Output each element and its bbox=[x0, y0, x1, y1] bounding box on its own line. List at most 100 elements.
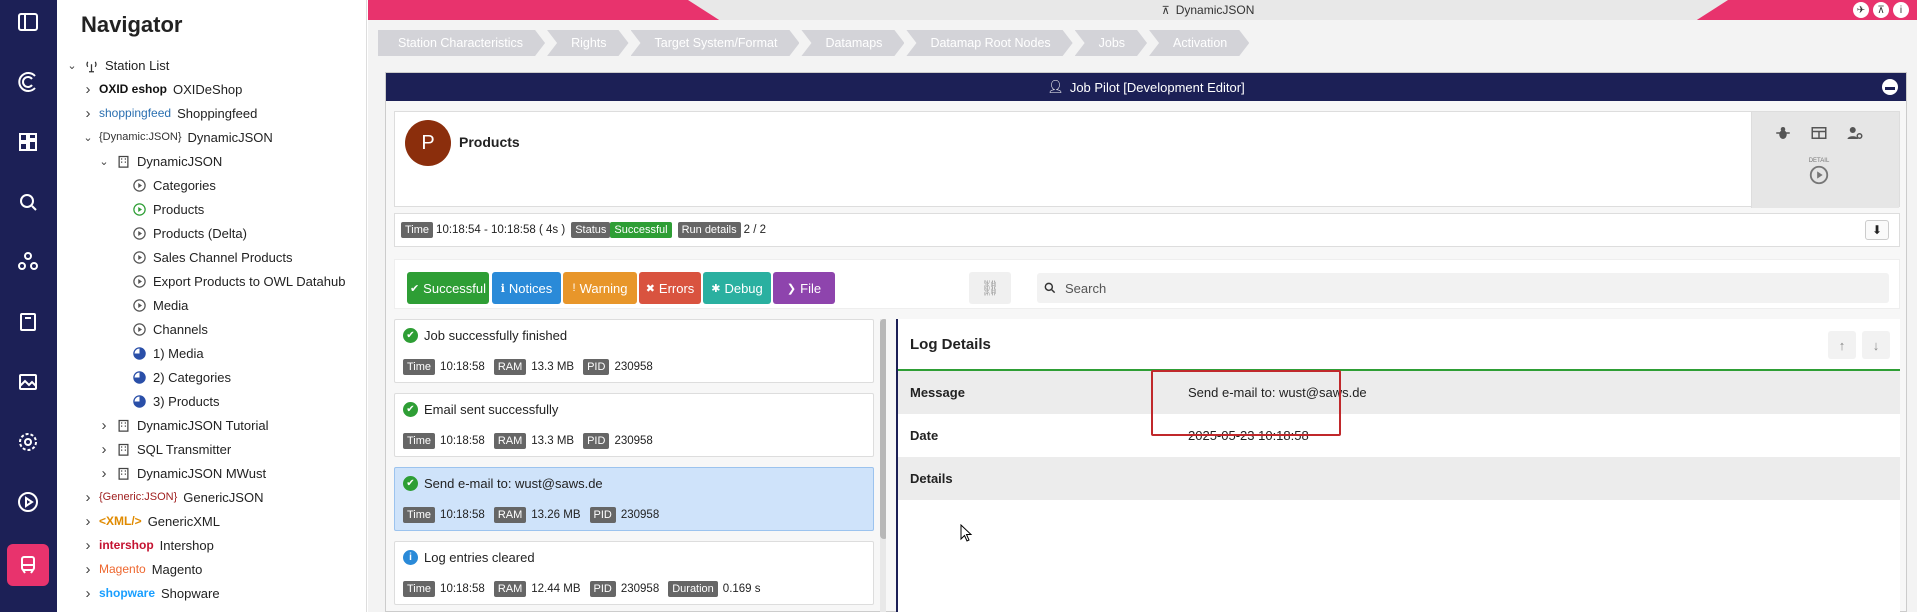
log-entry[interactable]: ✔ Email sent successfully Time 10:18:58 RAM 1… bbox=[394, 393, 874, 457]
detail-play-button[interactable]: DETAIL bbox=[1802, 154, 1836, 190]
tree-item[interactable]: 3) Products bbox=[57, 389, 366, 413]
image-icon[interactable] bbox=[10, 364, 46, 400]
tree-item[interactable]: ⌄ DynamicJSON bbox=[57, 149, 366, 173]
info-circle-icon: i bbox=[403, 550, 418, 565]
filter-file-button[interactable]: ❯ File bbox=[773, 272, 835, 304]
chevron-right-icon[interactable]: › bbox=[81, 81, 95, 98]
user-settings-icon[interactable] bbox=[1844, 122, 1866, 144]
dashboard-icon[interactable] bbox=[10, 124, 46, 160]
arrow-up-icon[interactable]: ↑ bbox=[1828, 331, 1856, 359]
chevron-right-icon[interactable]: › bbox=[97, 417, 111, 434]
tree-item[interactable]: › OXID eshop OXIDeShop bbox=[57, 77, 366, 101]
chevron-right-icon[interactable]: › bbox=[81, 561, 95, 578]
chevron-right-icon[interactable]: › bbox=[81, 513, 95, 530]
tree-item[interactable]: › SQL Transmitter bbox=[57, 437, 366, 461]
tree-item[interactable]: › shoppingfeed Shoppingfeed bbox=[57, 101, 366, 125]
step-rights[interactable]: Rights bbox=[547, 30, 628, 56]
tree-item[interactable]: Export Products to OWL Datahub bbox=[57, 269, 366, 293]
gear-icon[interactable] bbox=[10, 424, 46, 460]
chevron-down-icon[interactable]: ⌄ bbox=[65, 59, 79, 72]
chevron-right-icon[interactable]: › bbox=[81, 105, 95, 122]
job-pilot-icon[interactable] bbox=[7, 544, 49, 586]
log-entry[interactable]: i Log entries cleared Time 10:18:58 RAM 12.44… bbox=[394, 541, 874, 605]
tree-item[interactable]: Products (Delta) bbox=[57, 221, 366, 245]
tree-item[interactable]: › {Generic:JSON} GenericJSON bbox=[57, 485, 366, 509]
tree-item-label: DynamicJSON bbox=[137, 153, 223, 169]
tree-item[interactable]: Sales Channel Products bbox=[57, 245, 366, 269]
step-target-system-format[interactable]: Target System/Format bbox=[631, 30, 800, 56]
step-jobs[interactable]: Jobs bbox=[1075, 30, 1147, 56]
antenna-icon bbox=[83, 57, 99, 73]
filter-warning-button[interactable]: ! Warning bbox=[563, 272, 637, 304]
filter-successful-button[interactable]: ✔ Successful bbox=[407, 272, 489, 304]
arrow-down-icon[interactable]: ↓ bbox=[1862, 331, 1890, 359]
meta-value: 10:18:58 bbox=[440, 509, 485, 521]
step-datamap-root-nodes[interactable]: Datamap Root Nodes bbox=[906, 30, 1072, 56]
chevron-right-icon[interactable]: › bbox=[97, 465, 111, 482]
tree-item[interactable]: › Magento Magento bbox=[57, 557, 366, 581]
chevron-down-icon[interactable]: ⌄ bbox=[97, 155, 111, 168]
scrollbar-thumb[interactable] bbox=[880, 319, 886, 539]
table-icon[interactable] bbox=[1808, 122, 1830, 144]
chevron-right-icon[interactable]: › bbox=[97, 441, 111, 458]
chevron-right-icon[interactable]: › bbox=[81, 537, 95, 554]
unlink-icon[interactable]: ⛓ bbox=[969, 272, 1011, 304]
filter-debug-button[interactable]: ✱ Debug bbox=[703, 272, 771, 304]
book-icon[interactable] bbox=[10, 304, 46, 340]
top-bar: ⊼ DynamicJSON ✈ ⊼ i bbox=[368, 0, 1917, 20]
meta-value: 230958 bbox=[620, 583, 660, 595]
filter-label: File bbox=[800, 280, 822, 296]
tree-item[interactable]: › DynamicJSON MWust bbox=[57, 461, 366, 485]
log-entry-title: ✔ Job successfully finished bbox=[403, 328, 567, 343]
log-list-scrollbar[interactable] bbox=[880, 319, 886, 612]
play-icon[interactable] bbox=[10, 484, 46, 520]
toggle-sidebar-icon[interactable] bbox=[10, 4, 46, 40]
tree-item[interactable]: Categories bbox=[57, 173, 366, 197]
log-entry[interactable]: ✔ Job successfully finished Time 10:18:58 RA… bbox=[394, 319, 874, 383]
search-box[interactable]: Search bbox=[1037, 273, 1889, 303]
filter-debug-icon: ✱ bbox=[711, 282, 721, 295]
search-icon[interactable] bbox=[10, 184, 46, 220]
tree-item[interactable]: › <XML/> GenericXML bbox=[57, 509, 366, 533]
brand-logo-icon[interactable] bbox=[10, 64, 46, 100]
filter-notices-button[interactable]: ℹ Notices bbox=[492, 272, 561, 304]
step-datamaps[interactable]: Datamaps bbox=[801, 30, 904, 56]
job-card: P Products DETAIL bbox=[394, 111, 1900, 208]
tree-item[interactable]: › intershop Intershop bbox=[57, 533, 366, 557]
brand-logo: {Generic:JSON} bbox=[99, 491, 178, 503]
run-details-label: Run details bbox=[677, 222, 741, 238]
tree-item[interactable]: Media bbox=[57, 293, 366, 317]
bug-icon[interactable] bbox=[1772, 122, 1794, 144]
chevron-right-icon[interactable]: › bbox=[81, 585, 95, 602]
antenna-button-icon[interactable]: ⊼ bbox=[1873, 2, 1889, 18]
tree-item[interactable]: 2) Categories bbox=[57, 365, 366, 389]
download-icon[interactable]: ⬇ bbox=[1865, 220, 1889, 240]
connections-icon[interactable] bbox=[10, 244, 46, 280]
tree-item[interactable]: › shopware Shopware bbox=[57, 581, 366, 605]
tree-item[interactable]: Channels bbox=[57, 317, 366, 341]
plane-icon[interactable]: ✈ bbox=[1853, 2, 1869, 18]
step-station-characteristics[interactable]: Station Characteristics bbox=[378, 30, 545, 56]
search-input[interactable]: Search bbox=[1065, 281, 1106, 296]
meta-label: RAM bbox=[493, 581, 527, 597]
brand-logo: Magento bbox=[99, 562, 146, 576]
log-entry[interactable]: ✔ Send e-mail to: wust@saws.de Time 10:18:5… bbox=[394, 467, 874, 531]
log-entry-text: Email sent successfully bbox=[424, 402, 559, 417]
chevron-down-icon[interactable]: ⌄ bbox=[81, 131, 95, 144]
tree-item[interactable]: Products bbox=[57, 197, 366, 221]
tree-item-label: Products bbox=[153, 201, 205, 217]
tree-item[interactable]: › DynamicJSON Tutorial bbox=[57, 413, 366, 437]
tree-item[interactable]: ⌄ {Dynamic:JSON} DynamicJSON bbox=[57, 125, 366, 149]
tree-item[interactable]: ⌄ Station List bbox=[57, 53, 366, 77]
tree-item[interactable]: 1) Media bbox=[57, 341, 366, 365]
minimize-icon[interactable]: ▬ bbox=[1882, 79, 1898, 95]
info-icon[interactable]: i bbox=[1893, 2, 1909, 18]
play-circle-icon bbox=[131, 321, 147, 337]
play-circle-icon bbox=[131, 201, 147, 217]
building-icon bbox=[115, 417, 131, 433]
step-activation[interactable]: Activation bbox=[1149, 30, 1249, 56]
filter-errors-button[interactable]: ✖ Errors bbox=[639, 272, 701, 304]
log-entry-meta: Time 10:18:58 RAM 13.3 MB PID 230958 bbox=[403, 433, 657, 449]
filter-warning-icon: ! bbox=[572, 282, 576, 294]
chevron-right-icon[interactable]: › bbox=[81, 489, 95, 506]
